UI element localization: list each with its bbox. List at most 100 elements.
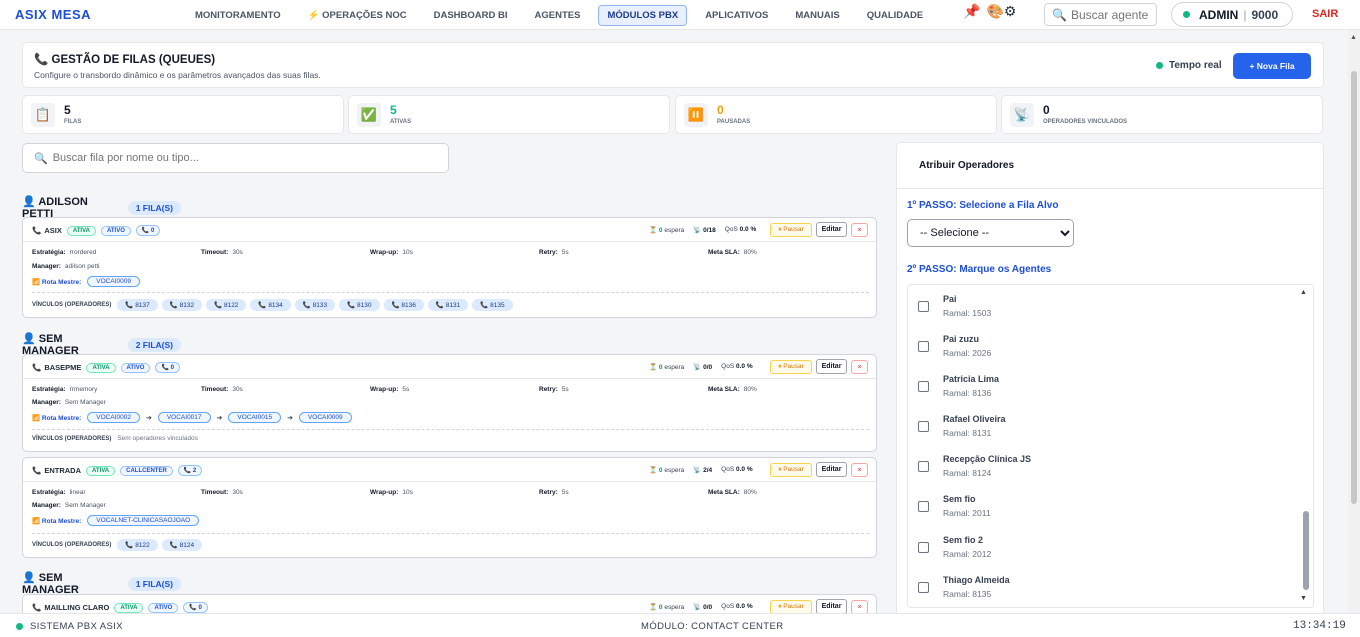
agent-checkbox[interactable] bbox=[918, 381, 929, 392]
new-queue-button[interactable]: + Nova Fila bbox=[1233, 53, 1311, 79]
user-pill[interactable]: ADMIN | 9000 bbox=[1171, 2, 1293, 27]
status-dot-icon bbox=[16, 623, 23, 630]
operator-chip[interactable]: 📞 8132 bbox=[161, 299, 203, 311]
stat-card-filas: 📋 5 FILAS bbox=[22, 95, 344, 134]
operator-chip[interactable]: 📞 8136 bbox=[383, 299, 424, 311]
scroll-up-icon[interactable]: ▲ bbox=[1300, 289, 1307, 296]
phone-icon: 📞 bbox=[32, 363, 42, 372]
agent-name: Pai zuzu bbox=[943, 334, 980, 344]
page-scrollbar-thumb[interactable] bbox=[1351, 71, 1357, 504]
assign-operators-panel: Atribuir Operadores 1º PASSO: Selecione … bbox=[896, 142, 1324, 614]
group-count-badge: 1 FILA(S) bbox=[127, 576, 181, 591]
nav-qualidade[interactable]: QUALIDADE bbox=[858, 5, 932, 26]
hourglass-icon: ⏳ bbox=[649, 467, 658, 474]
scroll-down-icon[interactable]: ▼ bbox=[1300, 595, 1307, 602]
stat-value: 0 bbox=[1043, 103, 1050, 117]
pause-button[interactable]: ⏸ Pausar bbox=[770, 463, 812, 477]
theme-settings-icon[interactable]: 🎨⚙ bbox=[986, 3, 1016, 20]
agent-checkbox[interactable] bbox=[918, 341, 929, 352]
status-footer: SISTEMA PBX ASIX MÓDULO: CONTACT CENTER … bbox=[0, 613, 1360, 637]
operator-chip[interactable]: 📞 8133 bbox=[294, 299, 336, 311]
operator-chip[interactable]: 📞 8122 bbox=[117, 539, 158, 551]
links-label: VÍNCULOS (OPERADORES) bbox=[32, 542, 112, 548]
agent-name: Patricia Lima bbox=[943, 374, 1000, 384]
agent-checkbox[interactable] bbox=[918, 542, 929, 553]
edit-button[interactable]: Editar bbox=[816, 599, 847, 613]
type-badge: ATIVO bbox=[120, 362, 151, 373]
route-tag[interactable]: VOCAI0017 bbox=[157, 412, 211, 423]
delete-button[interactable]: × bbox=[851, 600, 868, 613]
satellite-icon: 📡 bbox=[693, 364, 702, 371]
route-tag[interactable]: VOCALNET-CLINICASAOJOAO bbox=[87, 515, 200, 526]
operator-chip[interactable]: 📞 8122 bbox=[206, 299, 247, 311]
page-scrollbar[interactable]: ▲ bbox=[1348, 30, 1360, 613]
qos-metric: QoS 0.0 % bbox=[721, 603, 753, 610]
edit-button[interactable]: Editar bbox=[816, 222, 847, 237]
stat-card-pausadas: ⏸️ 0 PAUSADAS bbox=[675, 95, 997, 134]
card-divider bbox=[32, 429, 869, 430]
operator-chip[interactable]: 📞 8131 bbox=[427, 299, 469, 311]
operator-chip[interactable]: 📞 8124 bbox=[161, 539, 203, 551]
sla-field: Meta SLA: 80% bbox=[708, 489, 757, 496]
status-badge: ATIVA bbox=[86, 362, 116, 373]
brand-logo[interactable]: ASIX MESA bbox=[15, 7, 91, 22]
retry-field: Retry: 5s bbox=[539, 386, 569, 393]
target-queue-select[interactable]: -- Selecione -- bbox=[907, 219, 1074, 247]
route-tag[interactable]: VOCAI0009 bbox=[298, 412, 352, 423]
satellite-icon: 📡 bbox=[1010, 103, 1034, 127]
pause-icon: ⏸️ bbox=[684, 103, 708, 127]
calls-badge: 📞 0 bbox=[155, 362, 180, 373]
delete-button[interactable]: × bbox=[851, 223, 868, 237]
wait-metric: ⏳ 0 espera bbox=[649, 604, 685, 611]
operator-chip[interactable]: 📞 8135 bbox=[472, 299, 513, 311]
pin-icon[interactable]: 📌 bbox=[963, 3, 980, 20]
nav-dashboard-bi[interactable]: DASHBOARD BI bbox=[425, 5, 517, 26]
agent-list[interactable]: Pai Ramal: 1503 Pai zuzu Ramal: 2026 Patri… bbox=[907, 284, 1314, 608]
operator-chip[interactable]: 📞 8134 bbox=[250, 299, 291, 311]
agent-checkbox[interactable] bbox=[918, 421, 929, 432]
logout-button[interactable]: SAIR bbox=[1312, 8, 1338, 20]
queue-search-input[interactable] bbox=[52, 152, 443, 164]
nav-operacoes-noc[interactable]: ⚡ OPERAÇÕES NOC bbox=[299, 5, 416, 26]
agent-name: Sem fio bbox=[943, 494, 976, 504]
operator-chip[interactable]: 📞 8137 bbox=[117, 299, 158, 311]
nav-modulos-pbx[interactable]: MÓDULOS PBX bbox=[598, 5, 688, 26]
stat-value: 5 bbox=[390, 103, 397, 117]
delete-button[interactable]: × bbox=[851, 360, 868, 374]
footer-system-label: SISTEMA PBX ASIX bbox=[30, 621, 123, 632]
pause-button[interactable]: ⏸ Pausar bbox=[770, 223, 812, 237]
user-separator: | bbox=[1243, 7, 1247, 22]
pause-button[interactable]: ⏸ Pausar bbox=[770, 600, 812, 613]
list-scrollbar-thumb[interactable] bbox=[1303, 511, 1309, 590]
agent-checkbox[interactable] bbox=[918, 301, 929, 312]
queue-metrics: ⏳ 0 espera 📡 0/18 QoS 0.0 % bbox=[649, 226, 756, 234]
sla-field: Meta SLA: 80% bbox=[708, 386, 757, 393]
no-links-text: Sem operadores vinculados bbox=[117, 435, 198, 442]
agents-metric: 📡 2/4 bbox=[693, 467, 713, 474]
operator-chip[interactable]: 📞 8130 bbox=[339, 299, 380, 311]
pause-button[interactable]: ⏸ Pausar bbox=[770, 360, 812, 374]
agent-checkbox[interactable] bbox=[918, 461, 929, 472]
nav-manuais[interactable]: MANUAIS bbox=[786, 5, 848, 26]
wait-metric: ⏳ 0 espera bbox=[649, 364, 685, 371]
queue-card-header: 📞 ENTRADA ATIVA CALLCENTER 📞 2 ⏳ 0 esper… bbox=[23, 458, 876, 482]
agent-checkbox[interactable] bbox=[918, 501, 929, 512]
nav-monitoramento[interactable]: MONITORAMENTO bbox=[186, 5, 290, 26]
route-tag[interactable]: VOCAI0002 bbox=[87, 412, 140, 423]
edit-button[interactable]: Editar bbox=[816, 462, 847, 477]
edit-button[interactable]: Editar bbox=[816, 359, 847, 374]
links-label: VÍNCULOS (OPERADORES) bbox=[32, 435, 112, 442]
agent-checkbox[interactable] bbox=[918, 582, 929, 593]
page-scroll-up-icon[interactable]: ▲ bbox=[1350, 34, 1357, 41]
agent-name: Recepção Clínica JS bbox=[943, 454, 1032, 464]
agents-metric: 📡 0/0 bbox=[693, 604, 713, 611]
delete-button[interactable]: × bbox=[851, 463, 868, 477]
route-tag[interactable]: VOCAI0015 bbox=[228, 412, 282, 423]
agent-search-input[interactable] bbox=[1070, 7, 1157, 22]
queue-metrics: ⏳ 0 espera 📡 0/0 QoS 0.0 % bbox=[649, 363, 753, 371]
stat-label: FILAS bbox=[64, 119, 82, 125]
arrow-right-icon: ➔ bbox=[216, 414, 223, 422]
route-tag[interactable]: VOCAI0009 bbox=[87, 276, 140, 287]
nav-agentes[interactable]: AGENTES bbox=[526, 5, 590, 26]
nav-aplicativos[interactable]: APLICATIVOS bbox=[696, 5, 777, 26]
